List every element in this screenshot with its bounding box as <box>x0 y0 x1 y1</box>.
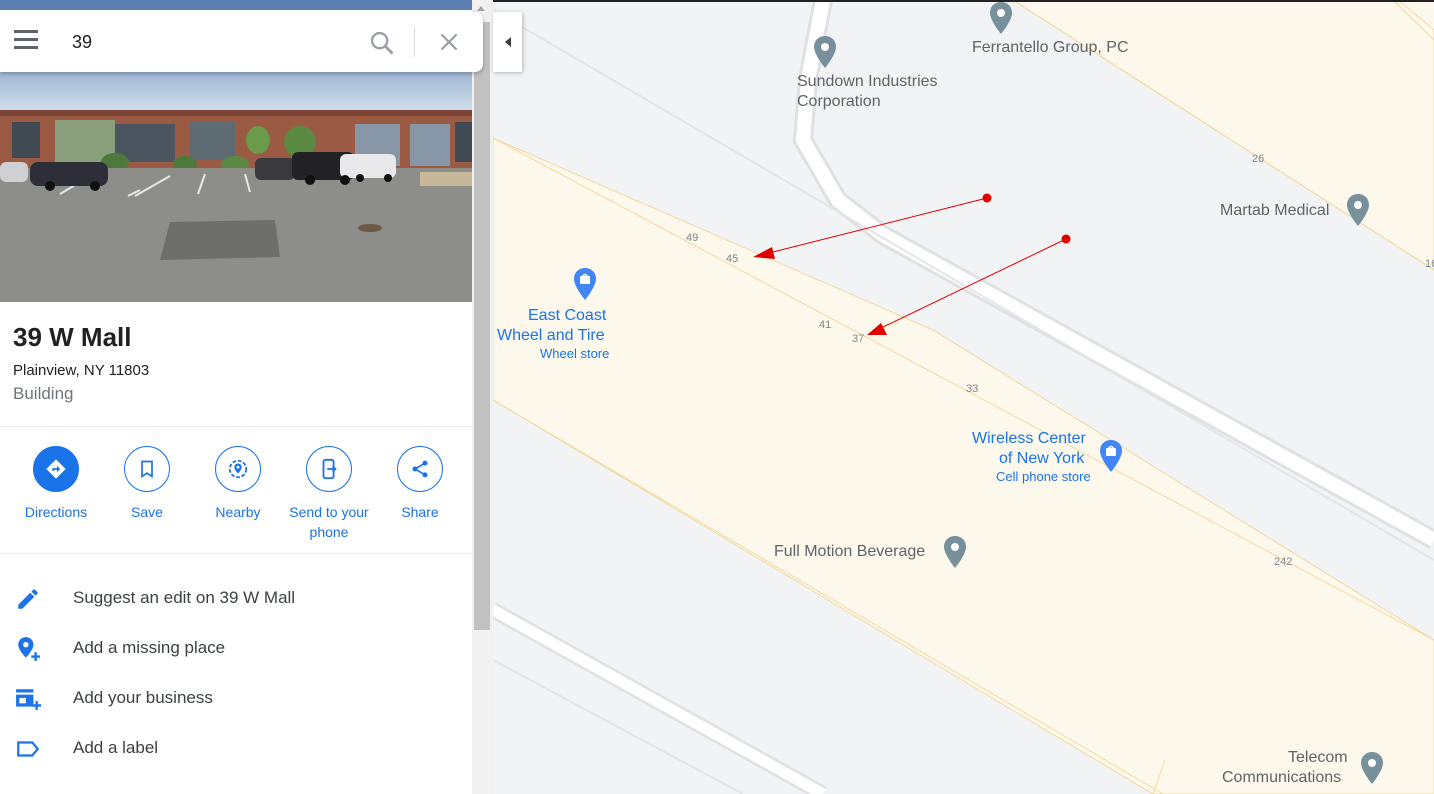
search-divider <box>414 27 415 57</box>
shopping-bag-pin-icon[interactable] <box>1099 440 1123 472</box>
poi-ferrantello-label[interactable]: Ferrantello Group, PC <box>972 38 1129 58</box>
poi-wireless-label-line2[interactable]: of New York <box>999 449 1084 469</box>
road-bottom-inner <box>493 605 826 794</box>
street-number: 33 <box>966 383 979 395</box>
search-icon[interactable] <box>368 29 396 57</box>
add-label-item[interactable]: Add a label <box>0 726 472 772</box>
telecom-pin-icon[interactable] <box>1360 752 1384 784</box>
fullmotion-pin-icon[interactable] <box>943 536 967 568</box>
street-number: 16 <box>1425 258 1434 270</box>
scrollbar-thumb[interactable] <box>474 22 490 630</box>
close-icon[interactable] <box>436 29 462 55</box>
save-label: Save <box>131 504 163 520</box>
nearby-icon <box>228 459 248 479</box>
bookmark-icon <box>141 460 153 479</box>
map-canvas[interactable]: 49 45 41 37 33 26 242 16 Ferrantello Gro… <box>493 0 1434 794</box>
panel-top-strip <box>0 0 472 10</box>
add-missing-place-item[interactable]: Add a missing place <box>0 626 472 672</box>
directions-button[interactable]: Directions <box>10 446 102 522</box>
martab-pin-icon[interactable] <box>1346 194 1370 226</box>
poi-martab-label[interactable]: Martab Medical <box>1220 201 1329 221</box>
nearby-label: Nearby <box>215 504 261 520</box>
street-number: 242 <box>1274 556 1293 568</box>
search-input[interactable] <box>72 28 352 56</box>
collapse-arrow-icon <box>504 37 511 47</box>
add-business-label: Add your business <box>73 688 213 707</box>
sundown-pin-icon[interactable] <box>813 36 837 68</box>
poi-sundown-label-line2[interactable]: Corporation <box>797 92 881 112</box>
place-category: Building <box>13 384 74 403</box>
collapse-panel-button[interactable] <box>493 12 522 72</box>
search-box <box>0 12 483 72</box>
ferrantello-pin-icon[interactable] <box>989 2 1013 34</box>
poi-telecom-label-line1[interactable]: Telecom <box>1288 748 1348 768</box>
place-address: Plainview, NY 11803 <box>13 362 150 379</box>
directions-label: Directions <box>24 504 88 520</box>
place-title: 39 W Mall <box>13 322 132 352</box>
map-base-layer <box>493 0 1434 794</box>
add-business-icon <box>16 689 41 710</box>
send-to-phone-label: Send to your phone <box>289 504 369 540</box>
suggest-edit-label: Suggest an edit on 39 W Mall <box>73 588 296 607</box>
place-photo[interactable] <box>0 72 472 302</box>
street-number: 37 <box>852 333 865 345</box>
poi-wireless-label-line1[interactable]: Wireless Center <box>972 429 1086 449</box>
nearby-button[interactable]: Nearby <box>192 446 284 522</box>
street-number: 41 <box>819 319 832 331</box>
scroll-up-arrow-icon[interactable] <box>477 6 485 11</box>
add-business-item[interactable]: Add your business <box>0 676 472 722</box>
place-details-panel: 39 W Mall Plainview, NY 11803 Building D… <box>0 0 472 794</box>
street-number: 26 <box>1252 153 1265 165</box>
label-icon <box>17 741 40 757</box>
poi-eastcoast-label-line2[interactable]: Wheel and Tire <box>497 326 605 346</box>
poi-eastcoast-category: Wheel store <box>540 346 610 361</box>
add-missing-place-label: Add a missing place <box>73 638 226 657</box>
street-number: 45 <box>726 253 739 265</box>
share-button[interactable]: Share <box>374 446 466 522</box>
add-place-icon <box>18 637 40 661</box>
map-top-border <box>493 0 1434 2</box>
pencil-icon <box>18 589 38 609</box>
shopping-bag-pin-icon[interactable] <box>573 268 597 300</box>
poi-eastcoast-label-line1[interactable]: East Coast <box>528 306 606 326</box>
poi-fullmotion-label[interactable]: Full Motion Beverage <box>774 542 925 562</box>
divider <box>0 426 472 427</box>
street-view-image <box>0 72 472 302</box>
add-label-label: Add a label <box>73 738 159 757</box>
poi-telecom-label-line2[interactable]: Communications <box>1222 768 1341 788</box>
share-icon <box>412 460 428 478</box>
divider <box>0 553 472 554</box>
poi-wireless-category: Cell phone store <box>996 469 1091 484</box>
share-label: Share <box>401 504 439 520</box>
poi-sundown-label-line1[interactable]: Sundown Industries <box>797 72 938 92</box>
street-number: 49 <box>686 232 699 244</box>
directions-icon <box>46 459 66 479</box>
suggest-edit-item[interactable]: Suggest an edit on 39 W Mall <box>0 576 472 622</box>
hamburger-menu-icon[interactable] <box>14 30 40 54</box>
save-button[interactable]: Save <box>101 446 193 522</box>
send-to-phone-icon <box>322 458 337 480</box>
send-to-phone-button[interactable]: Send to your phone <box>283 446 375 542</box>
